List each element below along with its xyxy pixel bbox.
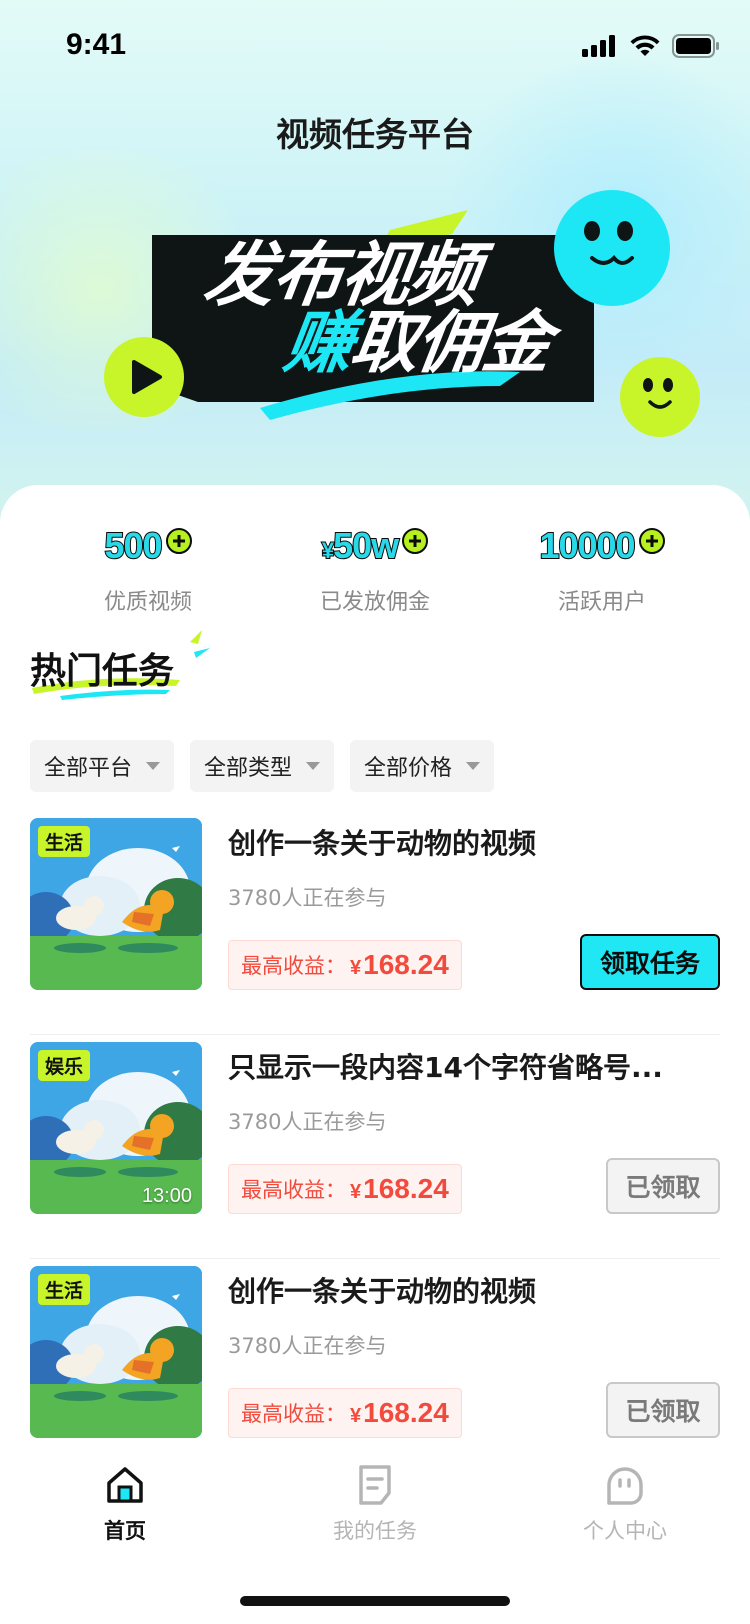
task-title[interactable]: 创作一条关于动物的视频 bbox=[228, 822, 536, 862]
stat-label: 优质视频 bbox=[103, 590, 192, 615]
caret-down-icon bbox=[146, 762, 161, 770]
claimed-button[interactable]: 已领取 bbox=[606, 1382, 720, 1438]
caret-down-icon bbox=[306, 762, 321, 770]
earning-amount: ¥168.24 bbox=[350, 1173, 449, 1204]
stat-users: 10000 活跃用户 bbox=[482, 525, 722, 616]
task-participants: 3780人正在参与 bbox=[228, 886, 387, 910]
bottom-tab-bar: 首页 我的任务 个人中心 bbox=[0, 1445, 750, 1555]
cellular-signal-icon bbox=[582, 35, 615, 57]
stat-label: 已发放佣金 bbox=[319, 590, 430, 615]
tab-label: 我的任务 bbox=[333, 1519, 417, 1543]
status-time: 9:41 bbox=[66, 28, 127, 61]
stat-commission: ¥50w 已发放佣金 bbox=[255, 525, 495, 616]
profile-face-icon bbox=[607, 1467, 643, 1505]
home-indicator[interactable] bbox=[240, 1596, 510, 1606]
category-tag: 生活 bbox=[38, 1274, 91, 1305]
plus-badge-icon bbox=[165, 528, 192, 554]
tab-home[interactable]: 首页 bbox=[25, 1463, 225, 1545]
filter-price-dropdown[interactable]: 全部价格 bbox=[350, 740, 495, 792]
earning-label: 最高收益： bbox=[241, 954, 346, 978]
app-title: 视频任务平台 bbox=[276, 115, 474, 154]
earning-badge: 最高收益： ¥168.24 bbox=[228, 1388, 462, 1438]
stats-row: 500 优质视频 ¥50w 已发放佣金 10000 活跃用户 bbox=[0, 525, 750, 628]
task-title[interactable]: 创作一条关于动物的视频 bbox=[228, 1270, 536, 1310]
banner-headline-line1: 发布视频 bbox=[199, 234, 483, 316]
status-bar: 9:41 bbox=[0, 0, 750, 90]
earning-badge: 最高收益： ¥168.24 bbox=[228, 1164, 462, 1214]
earning-label: 最高收益： bbox=[241, 1402, 346, 1426]
earning-badge: 最高收益： ¥168.24 bbox=[228, 940, 462, 990]
banner-headline-line2: 赚取佣金 bbox=[279, 304, 555, 383]
claim-task-button[interactable]: 领取任务 bbox=[580, 934, 720, 990]
task-participants: 3780人正在参与 bbox=[228, 1334, 387, 1358]
video-duration: 13:00 bbox=[141, 1185, 192, 1207]
filter-platform-dropdown[interactable]: 全部平台 bbox=[30, 740, 175, 792]
claimed-button[interactable]: 已领取 bbox=[606, 1158, 720, 1214]
stat-label: 活跃用户 bbox=[557, 590, 646, 615]
plus-badge-icon bbox=[402, 528, 429, 554]
tab-label: 首页 bbox=[104, 1519, 146, 1543]
category-tag: 娱乐 bbox=[38, 1050, 91, 1081]
filter-label: 全部类型 bbox=[204, 756, 293, 781]
caret-down-icon bbox=[466, 762, 481, 770]
task-list: 生活 创作一条关于动物的视频 3780人正在参与 最高收益： ¥168.24 领… bbox=[30, 818, 720, 1490]
task-item[interactable]: 娱乐 13:00 只显示一段内容14个字符省略号... 3780人正在参与 最高… bbox=[30, 1034, 720, 1266]
section-title: 热门任务 bbox=[30, 651, 175, 692]
battery-icon bbox=[672, 34, 719, 58]
stat-value: ¥50w bbox=[321, 525, 400, 566]
filter-label: 全部价格 bbox=[364, 756, 453, 781]
home-icon bbox=[107, 1467, 143, 1503]
earning-amount: ¥168.24 bbox=[350, 949, 449, 980]
wifi-icon bbox=[630, 35, 660, 56]
category-tag: 生活 bbox=[38, 826, 91, 857]
stat-value: 10000 bbox=[538, 525, 636, 566]
tab-my-tasks[interactable]: 我的任务 bbox=[275, 1463, 475, 1545]
plus-badge-icon bbox=[638, 528, 665, 554]
task-item[interactable]: 生活 创作一条关于动物的视频 3780人正在参与 最高收益： ¥168.24 领… bbox=[30, 818, 720, 1042]
earning-label: 最高收益： bbox=[241, 1178, 346, 1202]
stat-videos: 500 优质视频 bbox=[28, 525, 268, 616]
task-title[interactable]: 只显示一段内容14个字符省略号... bbox=[228, 1046, 663, 1086]
task-doc-icon bbox=[359, 1465, 391, 1505]
task-thumbnail[interactable]: 娱乐 13:00 bbox=[30, 1042, 202, 1214]
tab-profile[interactable]: 个人中心 bbox=[525, 1463, 725, 1545]
task-participants: 3780人正在参与 bbox=[228, 1110, 387, 1134]
filter-type-dropdown[interactable]: 全部类型 bbox=[190, 740, 335, 792]
earning-amount: ¥168.24 bbox=[350, 1397, 449, 1428]
filter-label: 全部平台 bbox=[44, 756, 133, 781]
filter-bar: 全部平台 全部类型 全部价格 bbox=[30, 740, 495, 792]
tab-label: 个人中心 bbox=[583, 1519, 667, 1543]
task-thumbnail[interactable]: 生活 bbox=[30, 1266, 202, 1438]
stat-value: 500 bbox=[103, 525, 163, 566]
task-thumbnail[interactable]: 生活 bbox=[30, 818, 202, 990]
